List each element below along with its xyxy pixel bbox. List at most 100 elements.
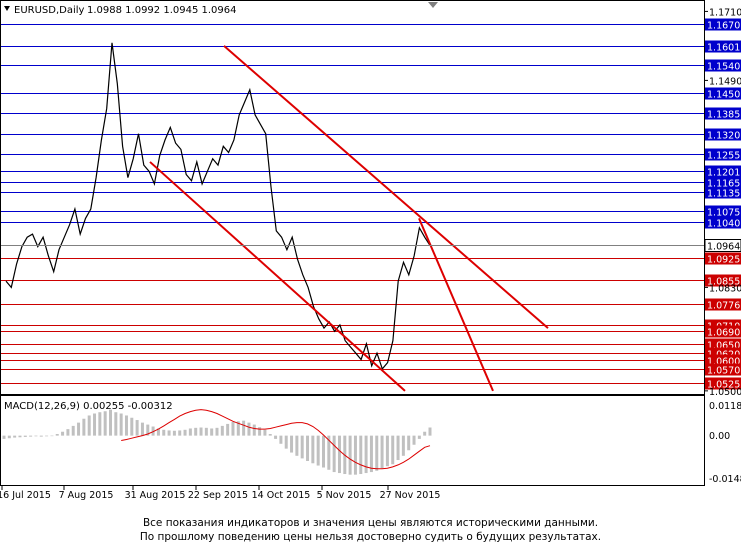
macd-bar bbox=[23, 435, 27, 437]
macd-bar bbox=[375, 435, 379, 471]
macd-bar bbox=[124, 415, 128, 436]
macd-bar bbox=[55, 434, 59, 436]
macd-bar bbox=[274, 435, 278, 439]
macd-bar bbox=[412, 435, 416, 445]
level-label: 1.1450 bbox=[707, 90, 740, 101]
macd-bar bbox=[66, 429, 70, 436]
macd-bar bbox=[391, 435, 395, 465]
date-label: 27 Nov 2015 bbox=[380, 490, 441, 501]
macd-bar bbox=[13, 435, 17, 438]
macd-bar bbox=[172, 430, 176, 436]
disclaimer-line-2: По прошлому поведению цены нельзя достов… bbox=[139, 531, 602, 543]
level-label: 1.1601 bbox=[707, 43, 740, 54]
macd-bar bbox=[380, 435, 384, 469]
chart-stage: EURUSD,Daily 1.0988 1.0992 1.0945 1.0964… bbox=[0, 0, 741, 552]
level-label: 1.0690 bbox=[707, 328, 740, 339]
level-label: 1.0925 bbox=[707, 255, 740, 266]
macd-bar bbox=[417, 435, 421, 439]
price-tick-label: 1.0830 bbox=[709, 283, 741, 294]
price-tick-label: 1.1710 bbox=[709, 7, 741, 18]
macd-bar bbox=[369, 435, 373, 473]
macd-bar bbox=[311, 435, 315, 464]
macd-bar bbox=[348, 435, 352, 475]
macd-bar bbox=[268, 434, 272, 436]
macd-bar bbox=[316, 435, 320, 466]
macd-bar bbox=[252, 424, 256, 436]
macd-bar bbox=[407, 435, 411, 451]
macd-bar bbox=[29, 435, 33, 437]
macd-bar bbox=[61, 431, 65, 436]
macd-bar bbox=[183, 429, 187, 436]
macd-bar bbox=[140, 422, 144, 436]
macd-bar bbox=[109, 409, 112, 436]
macd-bar bbox=[247, 422, 251, 436]
macd-bar bbox=[353, 435, 357, 475]
macd-bar bbox=[199, 427, 203, 436]
macd-scale-zero: 0.00 bbox=[709, 431, 730, 442]
level-label: 1.0776 bbox=[707, 301, 740, 312]
macd-bar bbox=[220, 425, 224, 436]
macd-bar bbox=[290, 435, 294, 453]
date-label: 5 Nov 2015 bbox=[317, 490, 372, 501]
macd-bar bbox=[279, 435, 283, 444]
ohlc-label: 1.0988 1.0992 1.0945 1.0964 bbox=[87, 5, 237, 16]
macd-bar bbox=[194, 427, 198, 436]
level-label: 1.1040 bbox=[707, 219, 740, 230]
macd-bar bbox=[2, 435, 6, 439]
macd-bar bbox=[167, 430, 171, 436]
level-label: 1.1385 bbox=[707, 110, 740, 121]
level-label: 1.1540 bbox=[707, 62, 740, 73]
macd-bar bbox=[114, 412, 118, 436]
macd-bar bbox=[93, 413, 97, 436]
date-label: 31 Aug 2015 bbox=[125, 490, 186, 501]
macd-bar bbox=[401, 435, 405, 456]
macd-bar bbox=[359, 435, 363, 475]
macd-bar bbox=[231, 421, 235, 436]
main-panel-frame bbox=[0, 0, 705, 395]
macd-bar bbox=[34, 435, 38, 437]
macd-bar bbox=[71, 425, 75, 436]
date-label: 14 Oct 2015 bbox=[252, 490, 311, 501]
macd-bar bbox=[119, 413, 123, 436]
symbol-label: EURUSD,Daily bbox=[14, 5, 85, 16]
level-label: 1.1255 bbox=[707, 151, 740, 162]
macd-scale-top: 0.01188 bbox=[709, 401, 741, 412]
macd-bar bbox=[263, 429, 267, 436]
price-tick-label: 1.1490 bbox=[709, 76, 741, 87]
level-label: 1.1320 bbox=[707, 131, 740, 142]
macd-bar bbox=[87, 415, 91, 436]
level-label: 1.1670 bbox=[707, 21, 740, 32]
date-axis: 16 Jul 2015 7 Aug 2015 31 Aug 2015 22 Sep 2… bbox=[0, 486, 440, 501]
macd-bar bbox=[50, 435, 54, 437]
macd-bar bbox=[210, 428, 214, 436]
macd-bar bbox=[215, 427, 219, 436]
macd-bar bbox=[300, 435, 304, 459]
macd-bar bbox=[18, 435, 22, 438]
date-label: 16 Jul 2015 bbox=[0, 490, 51, 501]
macd-bar bbox=[77, 422, 81, 436]
macd-bar bbox=[423, 431, 427, 436]
macd-bar bbox=[258, 427, 262, 436]
macd-bar bbox=[226, 423, 230, 436]
level-label: 1.0570 bbox=[707, 366, 740, 377]
macd-bar bbox=[337, 435, 341, 474]
macd-label: MACD(12,26,9) 0.00255 -0.00312 bbox=[4, 401, 173, 412]
macd-bar bbox=[322, 435, 325, 468]
macd-bar bbox=[39, 435, 43, 437]
macd-bar bbox=[204, 427, 208, 436]
level-label: 1.1135 bbox=[707, 189, 740, 200]
macd-bar bbox=[188, 428, 192, 436]
macd-bar bbox=[103, 411, 107, 436]
macd-bar bbox=[130, 417, 134, 436]
macd-bar bbox=[332, 435, 336, 473]
macd-bar bbox=[428, 427, 432, 436]
macd-bar bbox=[7, 435, 11, 439]
macd-bar bbox=[385, 435, 389, 467]
macd-bar bbox=[98, 412, 102, 436]
macd-bar bbox=[284, 435, 288, 449]
disclaimer-line-1: Все показания индикаторов и значения цен… bbox=[142, 517, 599, 529]
macd-bar bbox=[162, 429, 166, 436]
price-tick-label: 1.0500 bbox=[709, 387, 741, 398]
date-label: 22 Sep 2015 bbox=[188, 490, 248, 501]
macd-bar bbox=[135, 420, 139, 436]
